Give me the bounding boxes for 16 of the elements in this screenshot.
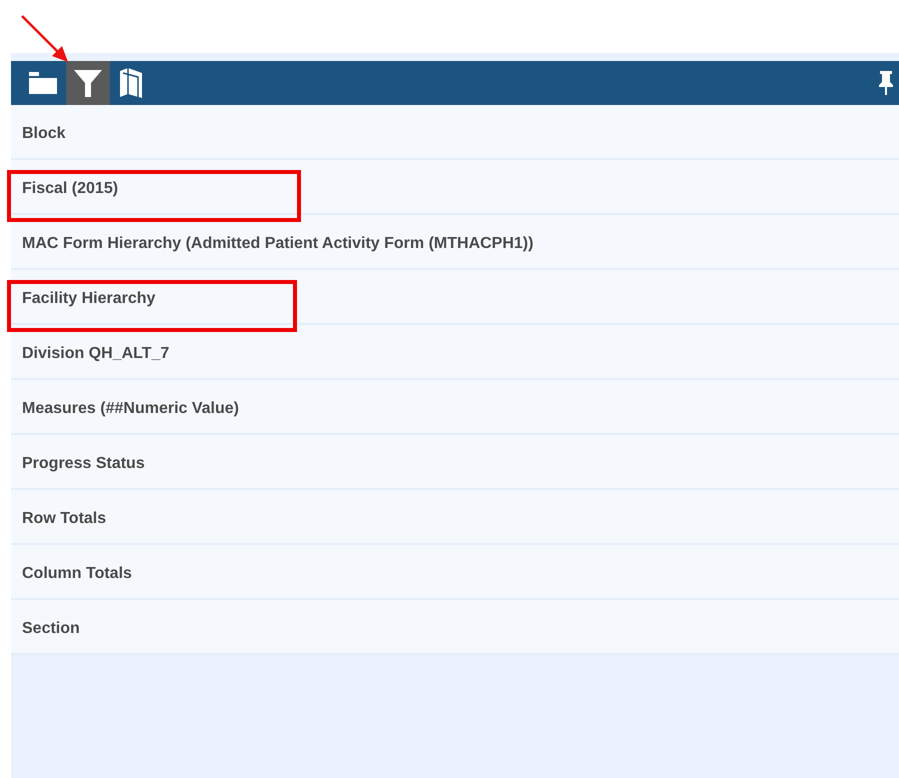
list-item[interactable]: Fiscal (2015) <box>11 160 899 215</box>
filter-button[interactable] <box>66 61 110 105</box>
list-item[interactable]: Block <box>11 105 899 160</box>
list-item[interactable]: Facility Hierarchy <box>11 270 899 325</box>
folder-icon <box>28 71 58 95</box>
book-icon <box>118 67 144 99</box>
pin-icon[interactable] <box>879 70 893 96</box>
list-item[interactable]: Division QH_ALT_7 <box>11 325 899 380</box>
filter-icon <box>73 68 103 98</box>
list-item[interactable]: Row Totals <box>11 490 899 545</box>
list-item[interactable]: MAC Form Hierarchy (Admitted Patient Activity Form (MTHACPH1)) <box>11 215 899 270</box>
list-item[interactable]: Section <box>11 600 899 655</box>
list-item[interactable]: Column Totals <box>11 545 899 600</box>
list-item[interactable]: Measures (##Numeric Value) <box>11 380 899 435</box>
list-item[interactable]: Progress Status <box>11 435 899 490</box>
pointer-arrow <box>20 14 70 64</box>
